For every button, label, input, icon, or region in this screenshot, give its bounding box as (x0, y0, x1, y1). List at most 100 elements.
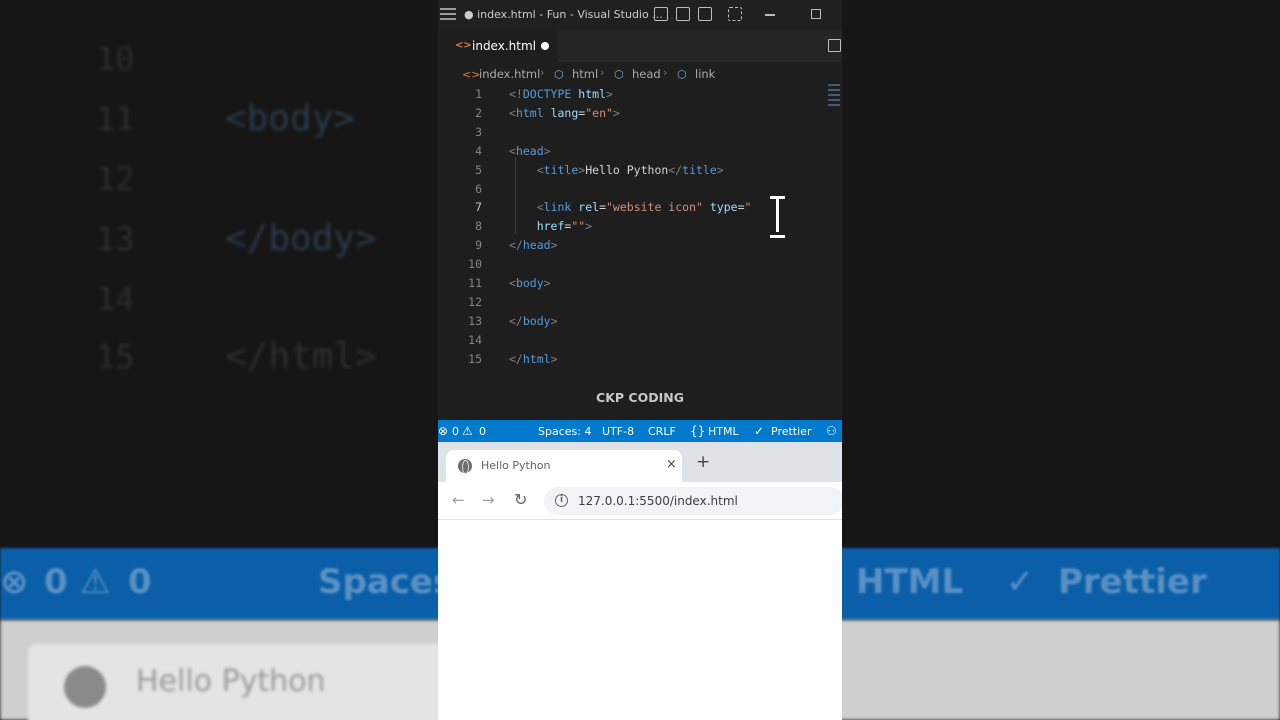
code-token: < (509, 143, 516, 158)
formatter-status[interactable]: Prettier (771, 425, 811, 438)
indentation-status[interactable]: Spaces: 4 (538, 425, 591, 438)
error-count[interactable]: 0 (452, 425, 459, 438)
vscode-titlebar: ● index.html - Fun - Visual Studio ... (438, 0, 842, 30)
toggle-panel-icon[interactable] (676, 7, 690, 21)
code-token: body (515, 276, 544, 290)
line-number: 14 (468, 332, 482, 347)
code-line[interactable]: <link rel="website icon" type=" (509, 200, 752, 215)
back-arrow-icon[interactable]: ← (452, 491, 465, 509)
browser-tab-title: Hello Python (481, 459, 551, 472)
code-line[interactable]: <!DOCTYPE html> (509, 87, 613, 101)
element-icon: ⬡ (677, 68, 687, 81)
line-number: 5 (475, 162, 482, 177)
code-token: "" (571, 219, 586, 234)
maximize-icon[interactable] (811, 9, 821, 19)
toggle-secondary-sidebar-icon[interactable] (698, 7, 712, 21)
statusbar: ⊗ 0 ⚠ 0 Spaces: 4 UTF-8 CRLF {} HTML ✓ P… (438, 420, 842, 442)
unsaved-dot-icon[interactable] (541, 42, 549, 50)
new-tab-button[interactable]: + (696, 454, 710, 471)
breadcrumb: <> index.html › ⬡ html › ⬡ head › ⬡ link (438, 62, 842, 84)
minimap[interactable] (828, 84, 840, 114)
element-icon: ⬡ (554, 68, 564, 81)
browser-tabstrip: Hello Python × + (438, 442, 842, 482)
chevron-right-icon: › (540, 66, 545, 79)
warning-icon[interactable]: ⚠ (462, 424, 473, 438)
line-number: 6 (475, 181, 482, 196)
editor-tab-index-html[interactable]: <> index.html (438, 30, 558, 62)
eol-status[interactable]: CRLF (648, 425, 676, 438)
code-line[interactable]: </body> (509, 314, 558, 328)
background-line-number: 10 (96, 40, 135, 78)
close-tab-icon[interactable]: × (666, 457, 677, 472)
site-info-icon[interactable]: i (555, 494, 568, 507)
code-line[interactable]: <html lang="en"> (509, 106, 620, 120)
code-token: < (536, 200, 544, 215)
line-number: 3 (475, 124, 482, 139)
background-line-number: 14 (96, 280, 135, 318)
code-token: > (612, 105, 620, 120)
code-token: </ (668, 162, 683, 177)
code-line[interactable]: <head> (509, 144, 551, 158)
encoding-status[interactable]: UTF-8 (602, 425, 634, 438)
code-line[interactable]: </head> (509, 238, 558, 252)
toggle-sidebar-icon[interactable] (654, 7, 668, 21)
code-line[interactable]: </html> (509, 352, 558, 366)
text-cursor-icon (770, 196, 785, 238)
code-token: body (522, 313, 551, 328)
breadcrumb-item[interactable]: index.html (479, 67, 540, 81)
code-token: rel (578, 200, 600, 215)
minimize-icon[interactable] (765, 14, 775, 16)
code-token: < (509, 276, 516, 290)
globe-icon (458, 459, 472, 474)
background-line-number: 15 (96, 338, 135, 376)
breadcrumb-item[interactable]: link (695, 67, 715, 81)
split-editor-icon[interactable] (828, 39, 841, 52)
background-line-number: 13 (96, 220, 135, 258)
address-bar[interactable]: i 127.0.0.1:5500/index.html (544, 487, 842, 515)
code-token: html (522, 351, 551, 366)
reload-icon[interactable]: ↻ (514, 490, 527, 509)
braces-icon: {} (690, 424, 706, 438)
background-code: <body> (225, 98, 356, 139)
code-token: </ (509, 351, 523, 366)
customize-layout-icon[interactable] (728, 7, 742, 21)
check-icon: ✓ (754, 424, 765, 438)
editor-tabbar: <> index.html (438, 30, 842, 62)
code-line[interactable]: <body> (509, 276, 551, 290)
background-globe-icon (64, 666, 106, 708)
code-token: link (543, 200, 572, 215)
error-icon[interactable]: ⊗ (438, 424, 448, 438)
url-text[interactable]: 127.0.0.1:5500/index.html (578, 494, 738, 508)
code-editor[interactable]: <> index.html › ⬡ html › ⬡ head › ⬡ link… (438, 62, 842, 420)
line-number: 12 (468, 294, 482, 309)
html-file-icon: <> (455, 40, 472, 51)
code-line[interactable]: <title>Hello Python</title> (509, 163, 724, 177)
language-status[interactable]: HTML (708, 425, 739, 438)
accounts-icon[interactable]: ⚇ (826, 424, 837, 438)
code-token: title (682, 162, 717, 177)
element-icon: ⬡ (614, 68, 624, 81)
line-number: 15 (468, 351, 482, 366)
forward-arrow-icon[interactable]: → (482, 491, 495, 509)
code-token: DOCTYPE (522, 87, 572, 101)
background-line-number: 12 (96, 160, 135, 198)
code-line[interactable]: href=""> (509, 219, 592, 233)
code-token: > (550, 238, 558, 253)
background-errors: 0 (44, 562, 68, 602)
code-token: head (515, 143, 544, 158)
browser-tab[interactable]: Hello Python × (446, 450, 682, 482)
html-file-icon: <> (462, 68, 481, 81)
hamburger-menu-icon[interactable] (440, 8, 456, 20)
editor-tab-label: index.html (472, 39, 536, 53)
breadcrumb-item[interactable]: head (632, 67, 661, 81)
background-language: HTML (856, 562, 964, 602)
background-check-icon: ✓ (1006, 562, 1035, 602)
warning-count[interactable]: 0 (479, 425, 486, 438)
background-formatter: Prettier (1058, 562, 1207, 602)
breadcrumb-item[interactable]: html (572, 67, 598, 81)
